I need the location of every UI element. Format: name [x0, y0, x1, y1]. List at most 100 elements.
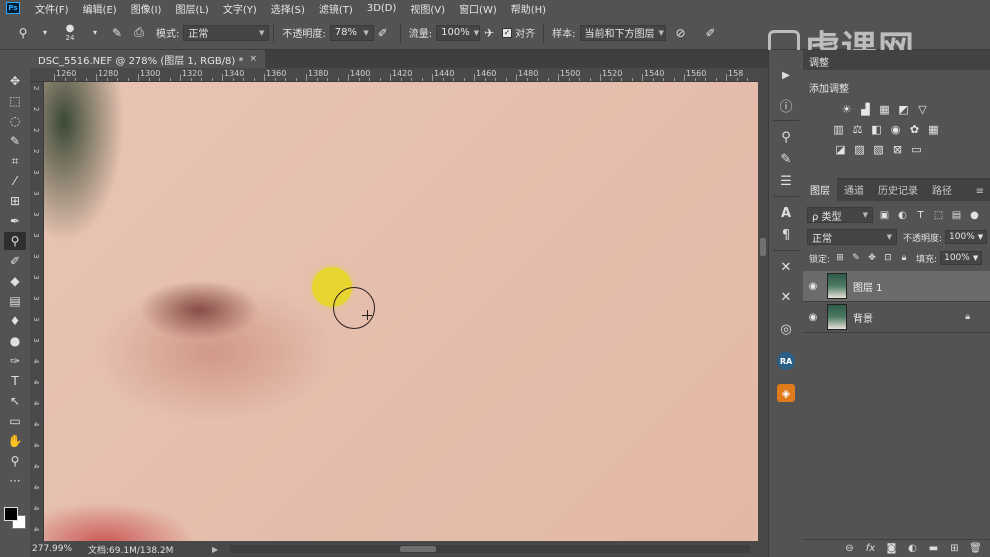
- layer-opacity-field[interactable]: 100% ▼: [945, 230, 988, 244]
- adjustments-tab[interactable]: 调整: [803, 50, 990, 70]
- channel-mixer-icon[interactable]: ✿: [907, 123, 922, 136]
- new-layer-icon[interactable]: ⊞: [948, 542, 961, 555]
- gradient-tool-icon[interactable]: ▤: [4, 292, 26, 310]
- eraser-tool-icon[interactable]: ◆: [4, 272, 26, 290]
- plugin-cube-icon[interactable]: ◈: [777, 384, 795, 402]
- crop-tool-icon[interactable]: ⌗: [4, 152, 26, 170]
- clone-source-panel-icon[interactable]: ⚲: [777, 128, 795, 146]
- pen-tool-icon[interactable]: ✑: [4, 352, 26, 370]
- brush-panel-icon[interactable]: ✎: [777, 150, 795, 168]
- menu-3d[interactable]: 3D(D): [360, 3, 404, 14]
- add-mask-icon[interactable]: ◙: [885, 542, 898, 555]
- gradient-map-icon[interactable]: ▭: [909, 143, 924, 156]
- threshold-icon[interactable]: ▧: [871, 143, 886, 156]
- hand-tool-icon[interactable]: ✋: [4, 432, 26, 450]
- curves-icon[interactable]: ▦: [877, 103, 892, 116]
- ignore-adjustment-layers-icon[interactable]: ⊘: [672, 24, 690, 42]
- brush-settings-icon[interactable]: ✎: [108, 24, 126, 42]
- vertical-scrollbar-thumb[interactable]: [760, 238, 766, 256]
- visibility-eye-icon[interactable]: ◉: [803, 312, 823, 323]
- paragraph-panel-icon[interactable]: ¶: [777, 226, 795, 244]
- clone-stamp-preset-icon[interactable]: ⚲: [14, 24, 32, 42]
- posterize-icon[interactable]: ▨: [852, 143, 867, 156]
- color-balance-icon[interactable]: ⚖: [850, 123, 865, 136]
- color-lookup-icon[interactable]: ▦: [926, 123, 941, 136]
- properties-panel-icon[interactable]: ☰: [777, 172, 795, 190]
- lock-artboard-icon[interactable]: ⊡: [882, 252, 894, 264]
- layer-name[interactable]: 图层 1: [853, 279, 883, 294]
- history-brush-tool-icon[interactable]: ✐: [4, 252, 26, 270]
- quick-select-tool-icon[interactable]: ✎: [4, 132, 26, 150]
- filter-type-icon[interactable]: T: [914, 209, 927, 222]
- horizontal-scrollbar[interactable]: [230, 545, 750, 553]
- lock-all-icon[interactable]: 🔒︎: [898, 252, 910, 264]
- menu-filter[interactable]: 滤镜(T): [312, 1, 360, 16]
- layer-style-fx-icon[interactable]: fx: [864, 542, 877, 555]
- fill-field[interactable]: 100% ▼: [940, 251, 983, 265]
- invert-icon[interactable]: ◪: [833, 143, 848, 156]
- info-panel-icon[interactable]: ⓘ: [777, 96, 795, 115]
- type-tool-icon[interactable]: T: [4, 372, 26, 390]
- dropdown-chevron-icon[interactable]: ▾: [36, 24, 54, 42]
- rectangle-tool-icon[interactable]: ▭: [4, 412, 26, 430]
- menu-select[interactable]: 选择(S): [264, 1, 312, 16]
- foreground-color-swatch[interactable]: [4, 507, 18, 521]
- dodge-tool-icon[interactable]: ●: [4, 332, 26, 350]
- more-tools-icon[interactable]: ···: [4, 472, 26, 490]
- lock-position-icon[interactable]: ✥: [866, 252, 878, 264]
- new-adjustment-icon[interactable]: ◐: [906, 542, 919, 555]
- filter-toggle-icon[interactable]: ●: [968, 209, 981, 222]
- opacity-field[interactable]: 78% ▼: [329, 24, 374, 41]
- status-menu-arrow-icon[interactable]: ▶: [212, 545, 218, 554]
- sample-select[interactable]: 当前和下方图层 ▼: [579, 24, 666, 41]
- lock-image-icon[interactable]: ✎: [850, 252, 862, 264]
- menu-layer[interactable]: 图层(L): [168, 1, 215, 16]
- path-select-tool-icon[interactable]: ↖: [4, 392, 26, 410]
- lasso-tool-icon[interactable]: ◌: [4, 112, 26, 130]
- pressure-opacity-icon[interactable]: ✐: [374, 24, 392, 42]
- menu-view[interactable]: 视图(V): [403, 1, 452, 16]
- tool-presets-icon[interactable]: ✕: [777, 258, 795, 276]
- tab-channels[interactable]: 通道: [837, 178, 871, 201]
- zoom-level-field[interactable]: 277.99%: [32, 544, 88, 554]
- photoshop-logo-icon[interactable]: Ps: [6, 2, 20, 14]
- horizontal-scrollbar-thumb[interactable]: [400, 546, 436, 552]
- document-tab[interactable]: DSC_5516.NEF @ 278% (图层 1, RGB/8) * ×: [30, 50, 266, 68]
- photo-filter-icon[interactable]: ◉: [888, 123, 903, 136]
- menu-image[interactable]: 图像(I): [124, 1, 169, 16]
- visibility-eye-icon[interactable]: ◉: [803, 281, 823, 292]
- blend-mode-select[interactable]: 正常 ▼: [807, 229, 897, 245]
- black-white-icon[interactable]: ◧: [869, 123, 884, 136]
- collapse-panels-icon[interactable]: ▶: [777, 66, 795, 84]
- new-group-icon[interactable]: ▬: [927, 542, 940, 555]
- eyedropper-tool-icon[interactable]: ⁄: [4, 172, 26, 190]
- brightness-contrast-icon[interactable]: ☀: [839, 103, 854, 116]
- vibrance-icon[interactable]: ▽: [915, 103, 930, 116]
- clone-source-icon[interactable]: ⎙: [130, 24, 148, 42]
- panel-menu-icon[interactable]: ≡: [976, 186, 984, 201]
- mode-select[interactable]: 正常 ▼: [183, 24, 270, 41]
- creative-cloud-libraries-icon[interactable]: ◎: [777, 320, 795, 338]
- delete-layer-icon[interactable]: 🗑︎: [969, 542, 982, 555]
- tab-history[interactable]: 历史记录: [871, 178, 925, 201]
- menu-edit[interactable]: 编辑(E): [76, 1, 124, 16]
- vertical-scrollbar[interactable]: [758, 68, 768, 541]
- filter-shape-icon[interactable]: ⬚: [932, 209, 945, 222]
- link-layers-icon[interactable]: ⊖: [843, 542, 856, 555]
- zoom-tool-icon[interactable]: ⚲: [4, 452, 26, 470]
- filter-adjustment-icon[interactable]: ◐: [896, 209, 909, 222]
- layer-name[interactable]: 背景: [853, 310, 873, 325]
- layer-filter-select[interactable]: ρ 类型 ▼: [807, 207, 873, 223]
- close-icon[interactable]: ×: [250, 54, 258, 64]
- flow-field[interactable]: 100% ▼: [436, 24, 481, 41]
- airbrush-icon[interactable]: ✈: [480, 24, 498, 42]
- move-tool-icon[interactable]: ✥: [4, 72, 26, 90]
- tab-layers[interactable]: 图层: [803, 178, 837, 201]
- brush-presets-icon[interactable]: ✕: [777, 288, 795, 306]
- filter-smart-object-icon[interactable]: ▤: [950, 209, 963, 222]
- lock-transparency-icon[interactable]: ⊞: [834, 252, 846, 264]
- brush-tool-icon[interactable]: ✒: [4, 212, 26, 230]
- retouch-plugin-icon[interactable]: RA: [777, 352, 795, 370]
- document-canvas[interactable]: [44, 82, 758, 541]
- marquee-tool-icon[interactable]: ⬚: [4, 92, 26, 110]
